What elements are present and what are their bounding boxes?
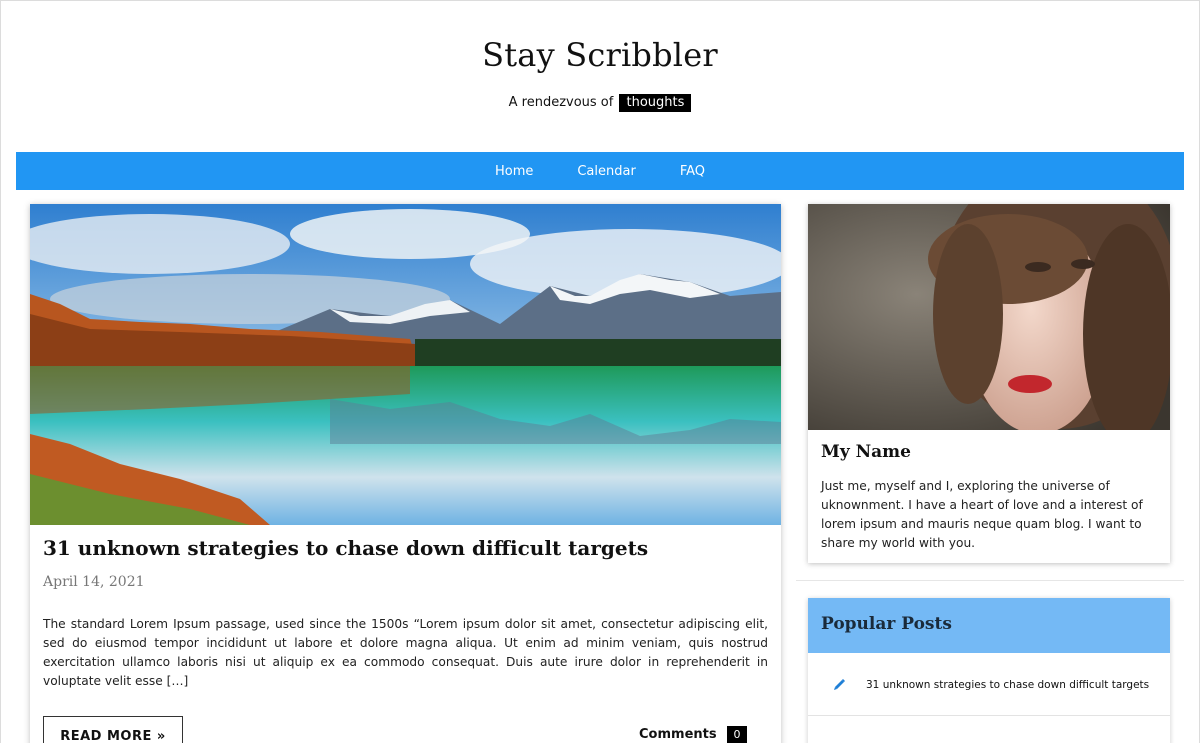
profile-name: My Name — [821, 442, 911, 462]
read-more-button[interactable]: READ MORE » — [43, 716, 183, 743]
profile-widget: My Name Just me, myself and I, exploring… — [808, 204, 1170, 563]
popular-post-title: 31 unknown strategies to chase down diff… — [866, 679, 1150, 691]
site-title[interactable]: Stay Scribbler — [0, 36, 1200, 74]
pencil-icon — [834, 679, 845, 690]
tagline-highlight: thoughts — [619, 94, 692, 112]
comments-link[interactable]: Comments — [639, 727, 717, 742]
site-tagline: A rendezvous of thoughts — [0, 94, 1200, 112]
post-title[interactable]: 31 unknown strategies to chase down diff… — [43, 536, 773, 560]
post-date: April 14, 2021 — [43, 574, 145, 590]
popular-posts-title: Popular Posts — [821, 614, 952, 634]
popular-posts-header: Popular Posts — [808, 598, 1170, 653]
nav-item-home[interactable]: Home — [495, 164, 533, 179]
nav-item-calendar[interactable]: Calendar — [577, 164, 635, 179]
sidebar-divider — [796, 580, 1184, 581]
post-excerpt: The standard Lorem Ipsum passage, used s… — [43, 617, 768, 688]
nav-item-faq[interactable]: FAQ — [680, 164, 705, 179]
profile-photo — [808, 204, 1170, 430]
popular-posts-widget: Popular Posts 31 unknown strategies to c… — [808, 598, 1170, 743]
main-navigation: Home Calendar FAQ — [16, 152, 1184, 190]
post-featured-image[interactable] — [30, 204, 781, 525]
comment-count-badge: 0 — [727, 726, 747, 743]
popular-post-item[interactable]: 31 unknown strategies to chase down diff… — [808, 653, 1170, 716]
tagline-text: A rendezvous of — [508, 95, 614, 110]
profile-bio: Just me, myself and I, exploring the uni… — [821, 479, 1143, 550]
post-card: 31 unknown strategies to chase down diff… — [30, 204, 781, 743]
